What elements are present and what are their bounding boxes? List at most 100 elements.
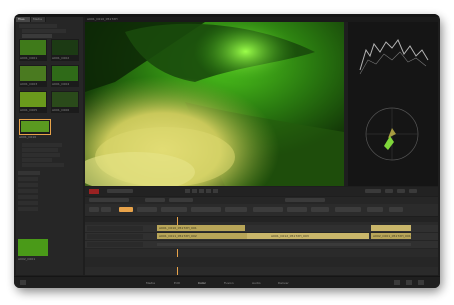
preview-thumb[interactable] <box>18 239 48 256</box>
timeline-ruler[interactable] <box>85 217 438 222</box>
waveform-icon <box>352 30 434 80</box>
page-tab-media[interactable]: Media <box>146 281 155 285</box>
clip-thumb[interactable]: A001_C005 <box>19 91 47 113</box>
page-tab-deliver[interactable]: Deliver <box>278 281 289 285</box>
loop-icon[interactable] <box>213 189 218 193</box>
bin-item[interactable] <box>22 143 62 147</box>
stop-icon[interactable] <box>192 189 197 193</box>
clip-name-field[interactable] <box>89 198 129 202</box>
scope-button[interactable] <box>409 189 417 193</box>
thumb-label: A001_C006 <box>52 108 70 112</box>
track-a1 <box>85 241 438 249</box>
timeline[interactable]: A001_C010_0517XH_001 A001_C011_0517XH_00… <box>85 217 438 275</box>
audio-clip[interactable] <box>157 243 411 246</box>
settings-icon[interactable] <box>394 280 400 285</box>
tab-files[interactable]: Files <box>16 17 31 22</box>
preview-thumb-label: A002_C001 <box>18 257 36 261</box>
bin-item[interactable] <box>18 207 38 211</box>
viewer-image[interactable] <box>85 22 344 186</box>
bin-item[interactable] <box>22 163 64 167</box>
track-area <box>85 257 438 267</box>
bin-item[interactable] <box>18 189 38 193</box>
tool-button[interactable] <box>287 207 307 212</box>
scope-button[interactable] <box>385 189 393 193</box>
thumb-image-selected <box>21 121 49 132</box>
media-browser: Files Media A001_C001 A001_C002 A001_C00… <box>16 17 83 275</box>
viewer-frame <box>85 22 344 186</box>
page-tab-fusion[interactable]: Fusion <box>224 281 234 285</box>
bin-item[interactable] <box>18 177 38 181</box>
timeline-clip[interactable]: A001_C010_0517XH_001 <box>157 225 245 231</box>
tool-button[interactable] <box>253 207 283 212</box>
clip-label: A001_C011_0517XH_002 <box>159 234 197 238</box>
tree-item-selected[interactable] <box>22 34 52 38</box>
bin-item[interactable] <box>18 183 38 187</box>
secondary-bar <box>85 197 438 204</box>
active-tool-button[interactable] <box>119 207 133 212</box>
viewer-title: A001_C010_0517XH <box>87 17 118 21</box>
next-frame-icon[interactable] <box>206 189 211 193</box>
thumb-label: A001_C001 <box>20 56 38 60</box>
folder-icon[interactable] <box>20 280 26 285</box>
bin-item[interactable] <box>18 195 38 199</box>
tool-button[interactable] <box>367 207 383 212</box>
timecode-field[interactable] <box>107 189 133 193</box>
page-tab-edit[interactable]: Edit <box>174 281 180 285</box>
prev-frame-icon[interactable] <box>185 189 190 193</box>
timeline-clip[interactable] <box>371 225 411 231</box>
zoom-control[interactable] <box>285 198 325 202</box>
clip-thumb[interactable]: A001_C001 <box>19 39 47 61</box>
track-header <box>87 234 143 239</box>
tool-button[interactable] <box>89 207 99 212</box>
bin-list <box>16 141 83 233</box>
tool-button[interactable] <box>311 207 329 212</box>
track-header <box>87 226 143 231</box>
scope-button[interactable] <box>397 189 405 193</box>
bin-item[interactable] <box>22 148 58 152</box>
tool-button[interactable] <box>161 207 187 212</box>
tool-button[interactable] <box>101 207 111 212</box>
timeline-clip[interactable]: A002_C001_0517XH_001 <box>371 233 411 239</box>
page-tab-color[interactable]: Color <box>198 281 206 285</box>
thumb-image-3 <box>52 66 78 81</box>
clip-thumb[interactable]: A001_C002 <box>51 39 79 61</box>
thumb-image-5 <box>52 92 78 107</box>
timeline-clip[interactable]: A001_C011_0517XH_002 <box>157 233 247 239</box>
tool-button[interactable] <box>225 207 247 212</box>
thumb-label: A001_C005 <box>20 108 38 112</box>
timeline-clip[interactable]: A001_C012_0517XH_003 <box>247 233 369 239</box>
thumb-image-1 <box>52 40 78 55</box>
tool-button[interactable] <box>335 207 361 212</box>
tree-item[interactable] <box>22 29 66 33</box>
clip-thumb[interactable]: A001_C003 <box>19 65 47 87</box>
bin-item[interactable] <box>22 158 52 162</box>
project-icon[interactable] <box>418 280 424 285</box>
thumb-image-4 <box>20 92 46 107</box>
track-v1: A001_C011_0517XH_002 A001_C012_0517XH_00… <box>85 233 438 241</box>
app-window: Files Media A001_C001 A001_C002 A001_C00… <box>14 14 440 288</box>
tool-button[interactable] <box>191 207 221 212</box>
clip-thumb[interactable]: A001_C006 <box>51 91 79 113</box>
toggle-button[interactable] <box>169 198 193 202</box>
track-v2: A001_C010_0517XH_001 <box>85 225 438 233</box>
page-tab-audio[interactable]: Audio <box>252 281 261 285</box>
play-icon[interactable] <box>199 189 204 193</box>
toggle-button[interactable] <box>145 198 165 202</box>
record-button[interactable] <box>89 189 99 194</box>
bin-item[interactable] <box>18 171 40 175</box>
tab-media[interactable]: Media <box>31 17 46 22</box>
home-icon[interactable] <box>406 280 412 285</box>
thumb-image-0 <box>20 40 46 55</box>
clip-thumb[interactable]: A001_C004 <box>51 65 79 87</box>
bin-item[interactable] <box>22 153 60 157</box>
tree-item[interactable] <box>19 24 57 28</box>
thumb-label: A001_C004 <box>52 82 70 86</box>
bin-item[interactable] <box>18 201 38 205</box>
thumb-image-2 <box>20 66 46 81</box>
clip-label: A001_C010_0517XH_001 <box>159 226 197 230</box>
scope-button[interactable] <box>365 189 381 193</box>
transport-controls <box>185 189 245 194</box>
tool-button[interactable] <box>389 207 403 212</box>
tool-button[interactable] <box>137 207 157 212</box>
clip-thumb-selected[interactable] <box>19 119 51 135</box>
